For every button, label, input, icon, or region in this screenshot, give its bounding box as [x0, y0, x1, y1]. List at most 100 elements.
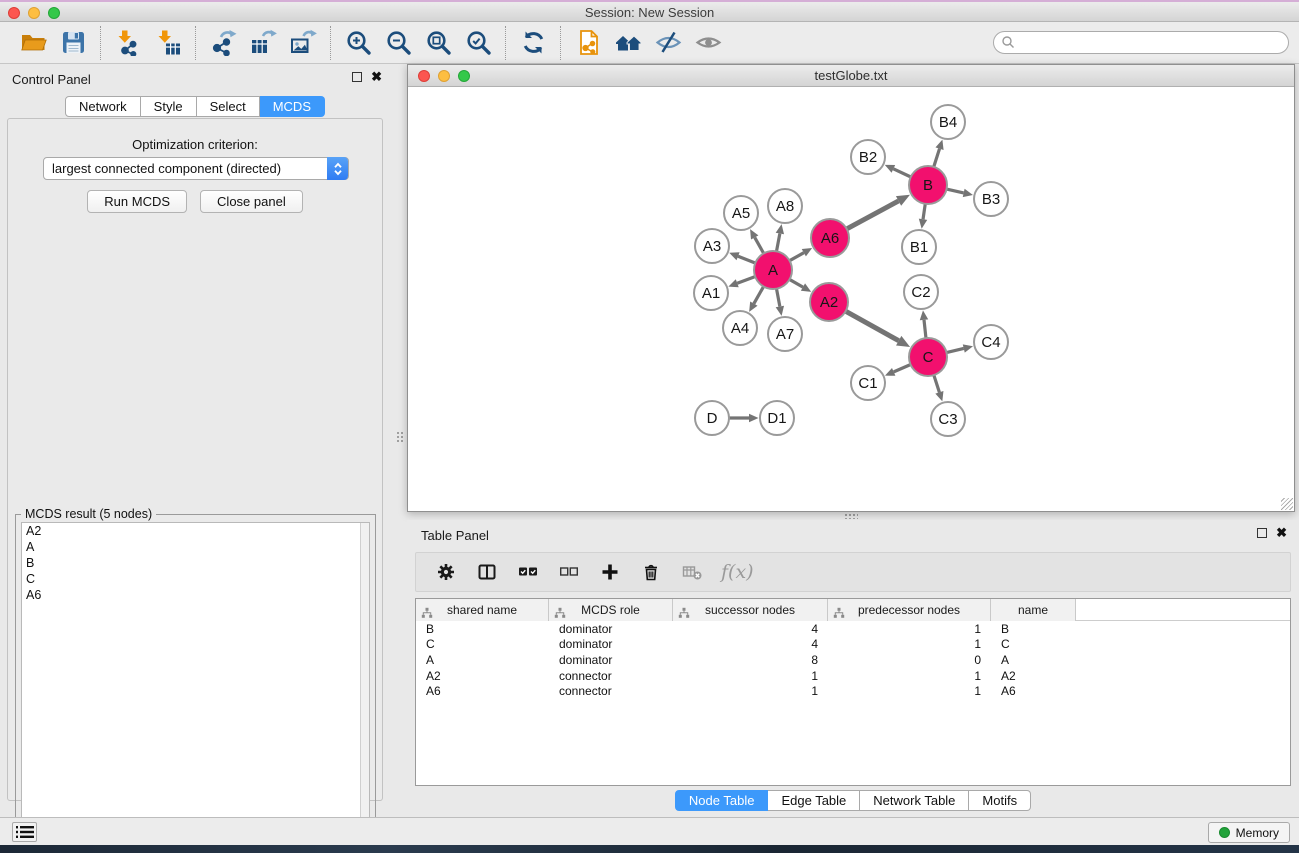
table-row[interactable]: Adominator80A — [416, 652, 1290, 668]
graph-node-A4[interactable]: A4 — [723, 311, 757, 345]
tab-network-table[interactable]: Network Table — [860, 790, 969, 811]
graph-edge-A-A2[interactable] — [790, 280, 803, 287]
show-graphics-details-button[interactable] — [691, 26, 725, 60]
graph-node-A[interactable]: A — [754, 251, 792, 289]
task-history-button[interactable] — [12, 822, 37, 842]
graph-edge-C-C3[interactable] — [934, 376, 939, 393]
graph-edge-A-A5[interactable] — [755, 237, 764, 253]
zoom-in-button[interactable] — [341, 26, 375, 60]
tab-node-table[interactable]: Node Table — [675, 790, 769, 811]
column-header-successor-nodes[interactable]: successor nodes — [673, 599, 828, 621]
graph-node-A1[interactable]: A1 — [694, 276, 728, 310]
graph-edge-A-A1[interactable] — [737, 277, 754, 283]
graph-edge-C-C1[interactable] — [894, 365, 910, 372]
result-item[interactable]: C — [22, 571, 369, 587]
graph-node-B[interactable]: B — [909, 166, 947, 204]
graph-edge-A-A6[interactable] — [790, 253, 804, 261]
graph-edge-B-B3[interactable] — [947, 189, 964, 193]
graph-node-C[interactable]: C — [909, 338, 947, 376]
graph-edge-A-A3[interactable] — [738, 256, 755, 263]
zoom-out-button[interactable] — [381, 26, 415, 60]
select-rows-button[interactable] — [516, 560, 540, 584]
optimization-criterion-select[interactable]: largest connected component (directed) — [43, 157, 349, 180]
save-session-button[interactable] — [56, 26, 90, 60]
tab-select[interactable]: Select — [197, 96, 260, 117]
table-row[interactable]: Cdominator41C — [416, 637, 1290, 653]
add-row-button[interactable] — [598, 560, 622, 584]
graph-edge-B-B4[interactable] — [934, 149, 940, 167]
result-scrollbar[interactable] — [360, 523, 369, 844]
resize-grip[interactable] — [1281, 498, 1293, 510]
export-image-button[interactable] — [286, 26, 320, 60]
graph-node-B3[interactable]: B3 — [974, 182, 1008, 216]
column-header-predecessor-nodes[interactable]: predecessor nodes — [828, 599, 991, 621]
export-table-button[interactable] — [246, 26, 280, 60]
tab-edge-table[interactable]: Edge Table — [768, 790, 860, 811]
zoom-selected-button[interactable] — [461, 26, 495, 60]
export-network-button[interactable] — [206, 26, 240, 60]
graph-node-C3[interactable]: C3 — [931, 402, 965, 436]
search-input[interactable] — [993, 31, 1289, 54]
graph-edge-B-B1[interactable] — [923, 204, 925, 219]
tab-motifs[interactable]: Motifs — [969, 790, 1031, 811]
result-item[interactable]: A2 — [22, 523, 369, 539]
graph-edge-B-B2[interactable] — [893, 169, 910, 177]
float-panel-icon[interactable] — [352, 72, 362, 82]
result-item[interactable]: A6 — [22, 587, 369, 603]
home-button[interactable] — [611, 26, 645, 60]
deselect-rows-button[interactable] — [557, 560, 581, 584]
graph-node-D1[interactable]: D1 — [760, 401, 794, 435]
network-from-file-button[interactable] — [571, 26, 605, 60]
network-canvas[interactable]: B4 B2 B B3 A5 A8 A6 A3 B1 A A1 C2 A2 A4 A7 C4 C C1 C3 D D1 — [408, 87, 1294, 511]
column-header-shared-name[interactable]: shared name — [416, 599, 549, 621]
column-header-name[interactable]: name — [991, 599, 1076, 621]
open-session-button[interactable] — [16, 26, 50, 60]
delete-row-button[interactable] — [639, 560, 663, 584]
graph-node-C4[interactable]: C4 — [974, 325, 1008, 359]
graph-node-A6[interactable]: A6 — [811, 219, 849, 257]
mcds-result-list[interactable]: A2ABCA6 — [21, 522, 370, 845]
table-float-panel-icon[interactable] — [1257, 528, 1267, 538]
import-network-button[interactable] — [111, 26, 145, 60]
horizontal-splitter-handle[interactable] — [844, 513, 858, 519]
graph-edge-A2-C[interactable] — [846, 311, 899, 340]
close-panel-icon[interactable]: ✖ — [371, 72, 382, 82]
delete-table-button[interactable] — [680, 560, 704, 584]
result-item[interactable]: B — [22, 555, 369, 571]
graph-node-B2[interactable]: B2 — [851, 140, 885, 174]
tab-mcds[interactable]: MCDS — [260, 96, 325, 117]
run-mcds-button[interactable]: Run MCDS — [87, 190, 187, 213]
graph-edge-A-A8[interactable] — [777, 234, 780, 251]
graph-node-A5[interactable]: A5 — [724, 196, 758, 230]
graph-edge-A-A7[interactable] — [777, 289, 780, 306]
graph-node-B1[interactable]: B1 — [902, 230, 936, 264]
graph-node-C1[interactable]: C1 — [851, 366, 885, 400]
graph-node-A8[interactable]: A8 — [768, 189, 802, 223]
hide-graphics-details-button[interactable] — [651, 26, 685, 60]
refresh-button[interactable] — [516, 26, 550, 60]
zoom-fit-button[interactable] — [421, 26, 455, 60]
tab-style[interactable]: Style — [141, 96, 197, 117]
settings-button[interactable] — [434, 560, 458, 584]
import-table-button[interactable] — [151, 26, 185, 60]
result-item[interactable]: A — [22, 539, 369, 555]
function-builder-button[interactable]: f(x) — [721, 561, 754, 583]
table-row[interactable]: A2connector11A2 — [416, 668, 1290, 684]
table-row[interactable]: A6connector11A6 — [416, 683, 1290, 699]
close-panel-button[interactable]: Close panel — [200, 190, 303, 213]
graph-node-C2[interactable]: C2 — [904, 275, 938, 309]
tab-network[interactable]: Network — [65, 96, 141, 117]
graph-node-D[interactable]: D — [695, 401, 729, 435]
graph-node-A2[interactable]: A2 — [810, 283, 848, 321]
memory-button[interactable]: Memory — [1208, 822, 1290, 843]
graph-node-A3[interactable]: A3 — [695, 229, 729, 263]
graph-edge-C-C2[interactable] — [924, 320, 926, 338]
column-header-MCDS-role[interactable]: MCDS role — [549, 599, 673, 621]
graph-edge-A6-B[interactable] — [847, 201, 898, 229]
table-row[interactable]: Bdominator41B — [416, 621, 1290, 637]
graph-node-A7[interactable]: A7 — [768, 317, 802, 351]
vertical-splitter-handle[interactable] — [396, 431, 404, 443]
graph-edge-A-A4[interactable] — [754, 287, 764, 304]
columns-button[interactable] — [475, 560, 499, 584]
graph-node-B4[interactable]: B4 — [931, 105, 965, 139]
